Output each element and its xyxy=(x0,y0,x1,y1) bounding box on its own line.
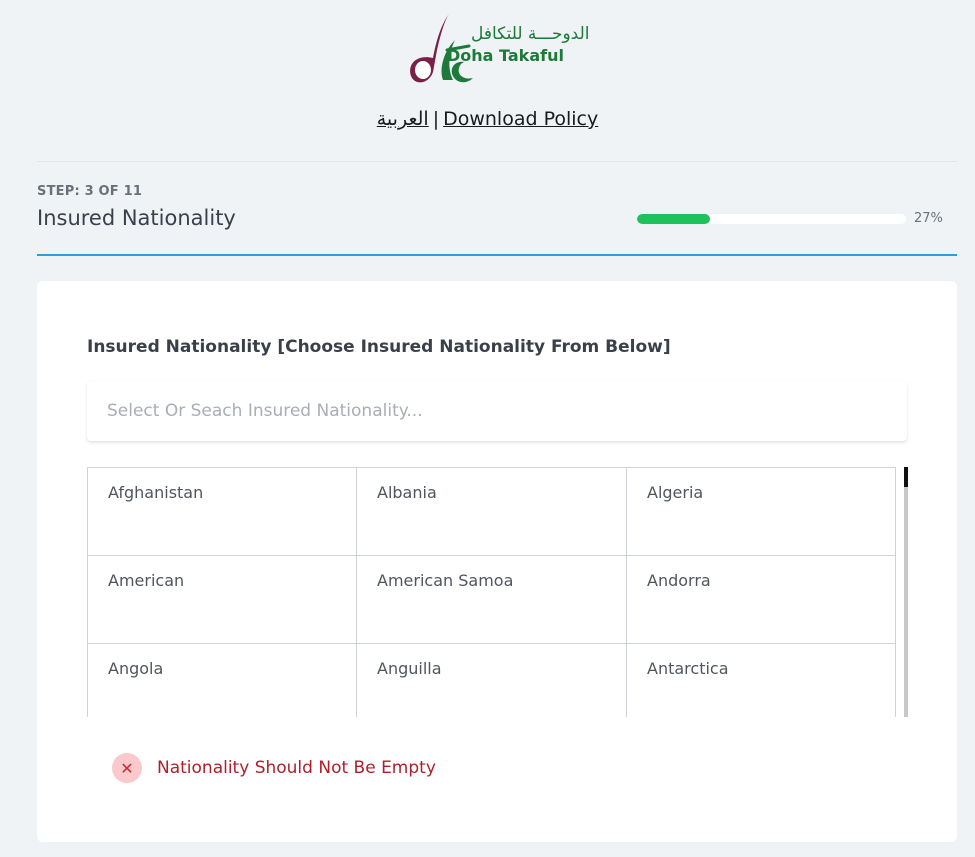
progress-bar-fill xyxy=(637,214,710,224)
nationality-card: Insured Nationality [Choose Insured Nati… xyxy=(37,281,957,842)
nationality-option[interactable]: American Samoa xyxy=(356,555,627,644)
download-policy-link[interactable]: Download Policy xyxy=(443,108,598,130)
error-message: ✕ Nationality Should Not Be Empty xyxy=(112,753,436,783)
close-icon: ✕ xyxy=(112,753,142,783)
options-scrollbar[interactable] xyxy=(904,467,908,717)
step-counter: STEP: 3 OF 11 xyxy=(37,184,143,199)
step-title: Insured Nationality xyxy=(37,206,236,230)
progress-percent: 27% xyxy=(914,211,943,226)
nationality-option[interactable]: Albania xyxy=(356,467,627,556)
nationality-search-input[interactable] xyxy=(87,381,907,441)
nationality-options-grid: Afghanistan Albania Algeria American Ame… xyxy=(87,467,909,717)
nationality-option[interactable]: Angola xyxy=(87,643,357,717)
header-divider xyxy=(37,161,957,162)
step-header-underline xyxy=(37,254,957,256)
doha-takaful-logo: الدوحـــة للتكافل Doha Takaful xyxy=(403,10,593,90)
nationality-option[interactable]: American xyxy=(87,555,357,644)
nationality-option[interactable]: Andorra xyxy=(626,555,896,644)
link-separator: | xyxy=(432,108,440,130)
header-links: العربية | Download Policy xyxy=(0,108,975,130)
arabic-language-link[interactable]: العربية xyxy=(377,108,429,130)
nationality-option[interactable]: Afghanistan xyxy=(87,467,357,556)
nationality-option[interactable]: Antarctica xyxy=(626,643,896,717)
nationality-option[interactable]: Algeria xyxy=(626,467,896,556)
options-scrollbar-thumb[interactable] xyxy=(904,467,908,487)
nationality-field-label: Insured Nationality [Choose Insured Nati… xyxy=(87,337,671,357)
progress-bar xyxy=(637,214,906,224)
logo-arabic-text: الدوحـــة للتكافل xyxy=(471,24,590,44)
error-text: Nationality Should Not Be Empty xyxy=(157,758,436,778)
nationality-options-list[interactable]: Afghanistan Albania Algeria American Ame… xyxy=(87,467,909,717)
logo-english-text: Doha Takaful xyxy=(447,46,564,65)
nationality-option[interactable]: Anguilla xyxy=(356,643,627,717)
